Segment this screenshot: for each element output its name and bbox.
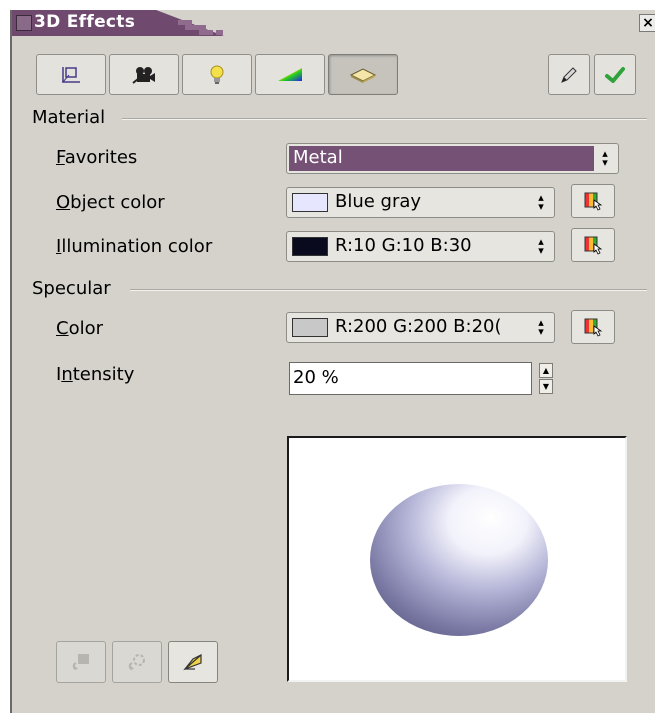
- illumination-color-dropdown[interactable]: R:10 G:10 B:30 ▴ ▾: [286, 231, 555, 262]
- close-button[interactable]: ×: [639, 14, 655, 32]
- checkmark-icon: [605, 66, 625, 83]
- pencil-icon: [561, 66, 577, 83]
- geometry-icon: [62, 66, 80, 83]
- title-decoration: [176, 20, 226, 36]
- material-preview: [287, 436, 627, 682]
- specular-color-label: Color: [56, 318, 104, 339]
- tab-textures[interactable]: [255, 54, 325, 95]
- tab-shading[interactable]: [109, 54, 179, 95]
- object-color-label: Object color: [56, 192, 165, 213]
- specular-color-picker-button[interactable]: [571, 310, 615, 344]
- dropdown-arrows-icon: ▴ ▾: [538, 316, 544, 338]
- material-icon: [349, 67, 377, 83]
- update-button[interactable]: [548, 54, 590, 95]
- convert-to-lathe-button[interactable]: [112, 641, 162, 683]
- color-picker-icon: [584, 318, 603, 337]
- tab-illumination[interactable]: [182, 54, 252, 95]
- illumination-color-value: R:10 G:10 B:30: [335, 235, 472, 256]
- convert-to-3d-button[interactable]: [56, 641, 106, 683]
- intensity-decrease-button[interactable]: ▼: [539, 379, 553, 394]
- specular-color-value: R:200 G:200 B:20(: [335, 316, 502, 337]
- convert-3d-icon: [72, 654, 89, 670]
- perspective-button[interactable]: [168, 641, 218, 683]
- specular-color-dropdown[interactable]: R:200 G:200 B:20( ▴ ▾: [286, 312, 555, 343]
- material-group-line: [122, 118, 647, 120]
- light-bulb-icon: [210, 65, 224, 84]
- color-picker-icon: [584, 192, 603, 211]
- tab-geometry[interactable]: [36, 54, 106, 95]
- specular-color-swatch: [292, 318, 328, 337]
- camera-icon: [132, 66, 155, 84]
- assign-button[interactable]: [594, 54, 636, 95]
- object-color-picker-button[interactable]: [571, 184, 615, 218]
- title-bar[interactable]: 3D Effects ×: [12, 10, 655, 36]
- material-section-label: Material: [32, 108, 110, 128]
- dialog-window: 3D Effects × Material Favorites Metal ▴ …: [10, 10, 655, 713]
- specular-group-line: [130, 289, 647, 291]
- dropdown-arrows-icon: ▴ ▾: [602, 147, 608, 169]
- texture-gradient-icon: [278, 67, 302, 81]
- perspective-icon: [183, 654, 202, 671]
- window-title: 3D Effects: [34, 12, 136, 32]
- intensity-input[interactable]: 20 %: [289, 362, 532, 395]
- illumination-color-picker-button[interactable]: [571, 228, 615, 262]
- lathe-icon: [128, 654, 145, 670]
- object-color-dropdown[interactable]: Blue gray ▴ ▾: [286, 187, 555, 218]
- specular-section-label: Specular: [32, 279, 115, 299]
- window-menu-icon[interactable]: [16, 15, 32, 31]
- preview-sphere: [370, 484, 548, 636]
- tab-material[interactable]: [328, 54, 398, 95]
- favorites-dropdown[interactable]: Metal ▴ ▾: [286, 143, 619, 174]
- dropdown-arrows-icon: ▴ ▾: [538, 235, 544, 257]
- object-color-value: Blue gray: [335, 191, 422, 212]
- intensity-label: Intensity: [56, 364, 135, 385]
- favorites-value: Metal: [293, 147, 343, 168]
- object-color-swatch: [292, 193, 328, 212]
- favorites-label: Favorites: [56, 147, 138, 168]
- color-picker-icon: [584, 236, 603, 255]
- intensity-increase-button[interactable]: ▲: [539, 363, 553, 378]
- illumination-color-label: Illumination color: [56, 236, 213, 257]
- illumination-color-swatch: [292, 237, 328, 256]
- dropdown-arrows-icon: ▴ ▾: [538, 191, 544, 213]
